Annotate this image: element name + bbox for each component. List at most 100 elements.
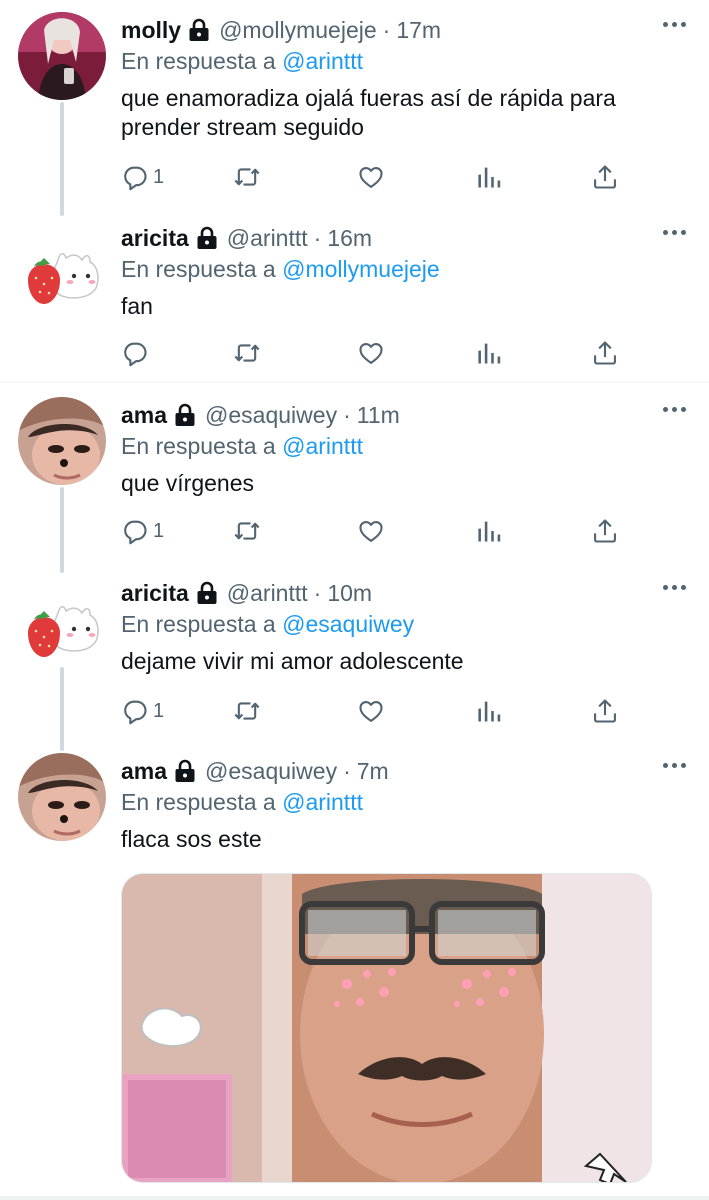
reply-button[interactable]: 1: [121, 694, 164, 728]
reply-context: En respuesta a @arinttt: [121, 787, 689, 817]
views-icon: [475, 517, 503, 545]
lock-icon: [196, 226, 218, 250]
timestamp[interactable]: 11m: [357, 402, 400, 429]
share-icon: [591, 163, 619, 191]
like-button[interactable]: [357, 160, 385, 194]
retweet-icon: [233, 163, 261, 191]
share-button[interactable]: [591, 336, 619, 370]
reply-to-link[interactable]: @arinttt: [282, 433, 363, 459]
action-bar: [121, 336, 621, 370]
tweet[interactable]: aricita @arinttt · 10m En respuesta a @e…: [0, 573, 709, 751]
timestamp[interactable]: 16m: [327, 225, 372, 252]
share-button[interactable]: [591, 160, 619, 194]
more-icon[interactable]: [659, 399, 689, 419]
thread-line: [60, 487, 64, 573]
avatar[interactable]: [18, 12, 106, 100]
separator-dot: ·: [313, 224, 322, 251]
more-icon[interactable]: [659, 755, 689, 775]
meme-photo: [122, 874, 651, 1182]
lock-icon: [196, 581, 218, 605]
display-name[interactable]: ama: [121, 402, 167, 429]
lock-icon: [188, 18, 210, 42]
like-icon: [357, 517, 385, 545]
reply-icon: [121, 339, 149, 367]
reply-to-link[interactable]: @mollymuejeje: [282, 256, 440, 282]
user-handle[interactable]: @arinttt: [227, 580, 308, 607]
avatar-image: [18, 12, 106, 100]
reply-context: En respuesta a @mollymuejeje: [121, 254, 689, 284]
views-button[interactable]: [475, 694, 503, 728]
tweet[interactable]: aricita @arinttt · 16m En respuesta a @m…: [0, 216, 709, 382]
tweet-text: flaca sos este: [121, 826, 262, 852]
like-button[interactable]: [357, 514, 385, 548]
action-bar: 1: [121, 694, 621, 728]
more-icon[interactable]: [659, 577, 689, 597]
reply-context: En respuesta a @esaquiwey: [121, 609, 689, 639]
timestamp[interactable]: 17m: [396, 17, 441, 44]
media-image[interactable]: [121, 873, 652, 1183]
reply-context: En respuesta a @arinttt: [121, 431, 689, 461]
reply-button[interactable]: [121, 336, 149, 370]
views-icon: [475, 163, 503, 191]
share-icon: [591, 339, 619, 367]
display-name[interactable]: molly: [121, 17, 181, 44]
bottom-edge: [0, 1196, 709, 1200]
share-button[interactable]: [591, 514, 619, 548]
reply-prefix: En respuesta a: [121, 611, 276, 637]
reply-to-link[interactable]: @arinttt: [282, 789, 363, 815]
separator-dot: ·: [343, 401, 351, 428]
display-name[interactable]: aricita: [121, 225, 189, 252]
reply-to-link[interactable]: @esaquiwey: [282, 611, 414, 637]
user-handle[interactable]: @esaquiwey: [205, 402, 337, 429]
tweet[interactable]: molly @mollymuejeje · 17m En respuesta a…: [0, 0, 709, 216]
more-icon[interactable]: [659, 222, 689, 242]
views-button[interactable]: [475, 514, 503, 548]
user-handle[interactable]: @esaquiwey: [205, 758, 337, 785]
reply-count: 1: [153, 519, 165, 542]
reply-button[interactable]: 1: [121, 160, 164, 194]
avatar-image: [18, 753, 106, 841]
tweet[interactable]: ama @esaquiwey · 11m En respuesta a @ari…: [0, 383, 709, 573]
retweet-button[interactable]: [233, 336, 261, 370]
retweet-button[interactable]: [233, 514, 261, 548]
avatar[interactable]: [18, 397, 106, 485]
avatar[interactable]: [18, 583, 106, 671]
display-name[interactable]: ama: [121, 758, 167, 785]
user-handle[interactable]: @mollymuejeje: [219, 17, 377, 44]
like-icon: [357, 163, 385, 191]
avatar-image: [18, 397, 106, 485]
views-button[interactable]: [475, 336, 503, 370]
like-icon: [357, 339, 385, 367]
timestamp[interactable]: 7m: [357, 758, 389, 785]
separator-dot: ·: [313, 579, 322, 606]
share-button[interactable]: [591, 694, 619, 728]
avatar-image: [18, 583, 106, 671]
display-name[interactable]: aricita: [121, 580, 189, 607]
reply-prefix: En respuesta a: [121, 48, 276, 74]
reply-button[interactable]: 1: [121, 514, 164, 548]
user-handle[interactable]: @arinttt: [227, 225, 308, 252]
avatar-image: [18, 230, 106, 318]
separator-dot: ·: [343, 757, 351, 784]
reply-prefix: En respuesta a: [121, 256, 276, 282]
lock-icon: [174, 403, 196, 427]
share-icon: [591, 697, 619, 725]
views-button[interactable]: [475, 160, 503, 194]
reply-icon: [121, 163, 149, 191]
retweet-button[interactable]: [233, 694, 261, 728]
reply-count: 1: [153, 699, 165, 722]
reply-icon: [121, 697, 149, 725]
like-button[interactable]: [357, 336, 385, 370]
views-icon: [475, 697, 503, 725]
like-button[interactable]: [357, 694, 385, 728]
retweet-icon: [233, 517, 261, 545]
action-bar: 1: [121, 514, 621, 548]
lock-icon: [174, 759, 196, 783]
timestamp[interactable]: 10m: [327, 580, 372, 607]
avatar[interactable]: [18, 753, 106, 841]
avatar[interactable]: [18, 230, 106, 318]
reply-to-link[interactable]: @arinttt: [282, 48, 363, 74]
more-icon[interactable]: [659, 14, 689, 34]
retweet-button[interactable]: [233, 160, 261, 194]
reply-prefix: En respuesta a: [121, 433, 276, 459]
